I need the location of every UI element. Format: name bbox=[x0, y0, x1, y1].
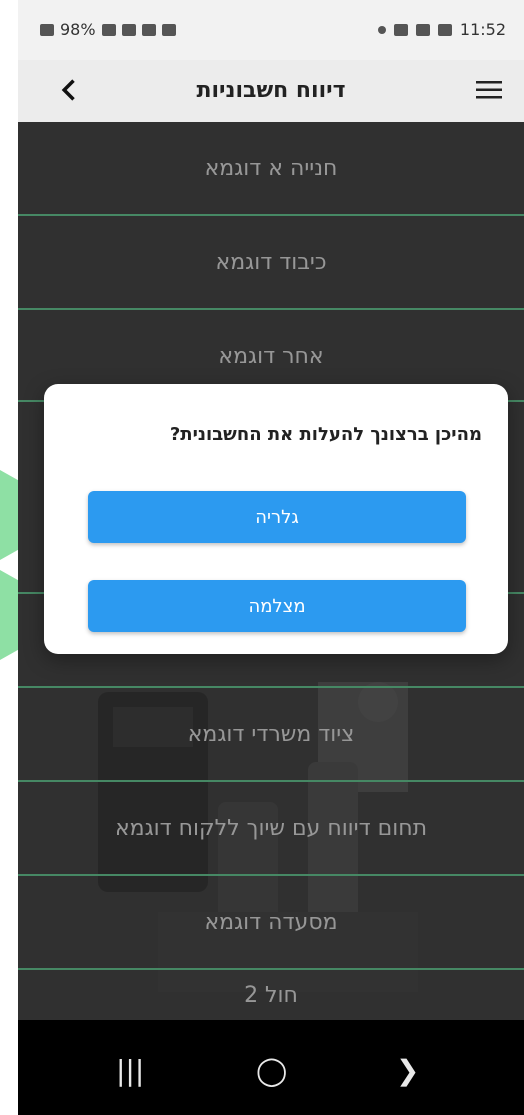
system-nav-bar: ||| ◯ ❯ bbox=[18, 1020, 524, 1115]
signal-icon bbox=[101, 23, 116, 36]
back-nav-icon[interactable]: ❯ bbox=[396, 1054, 419, 1087]
app-icon bbox=[415, 23, 430, 36]
alarm-icon bbox=[161, 23, 176, 36]
clock: 11:52 bbox=[459, 20, 506, 39]
recents-icon[interactable]: ||| bbox=[116, 1054, 144, 1087]
wifi-icon bbox=[121, 23, 136, 36]
menu-icon[interactable] bbox=[476, 80, 502, 100]
gallery-button[interactable]: גלריה bbox=[88, 491, 466, 543]
app-bar: דיווח חשבוניות bbox=[18, 60, 524, 122]
battery-percent: 98% bbox=[60, 20, 96, 39]
image-icon bbox=[437, 23, 452, 36]
notification-dot-icon bbox=[377, 25, 386, 34]
mute-icon bbox=[141, 23, 156, 36]
page-title: דיווח חשבוניות bbox=[196, 78, 346, 103]
dialog-title: מהיכן ברצונך להעלות את החשבונית? bbox=[169, 424, 482, 445]
camera-button[interactable]: מצלמה bbox=[88, 580, 466, 632]
upload-source-dialog: מהיכן ברצונך להעלות את החשבונית? גלריה מ… bbox=[44, 384, 508, 654]
status-left: 98% bbox=[40, 20, 176, 39]
phone-screen: 98% 11:52 דיווח חשבוניות חנייה א דוגמא כ… bbox=[18, 0, 524, 1115]
message-icon bbox=[393, 23, 408, 36]
status-bar: 98% 11:52 bbox=[18, 0, 524, 60]
home-icon[interactable]: ◯ bbox=[256, 1054, 287, 1087]
status-right: 11:52 bbox=[377, 20, 506, 39]
battery-icon bbox=[40, 23, 54, 36]
